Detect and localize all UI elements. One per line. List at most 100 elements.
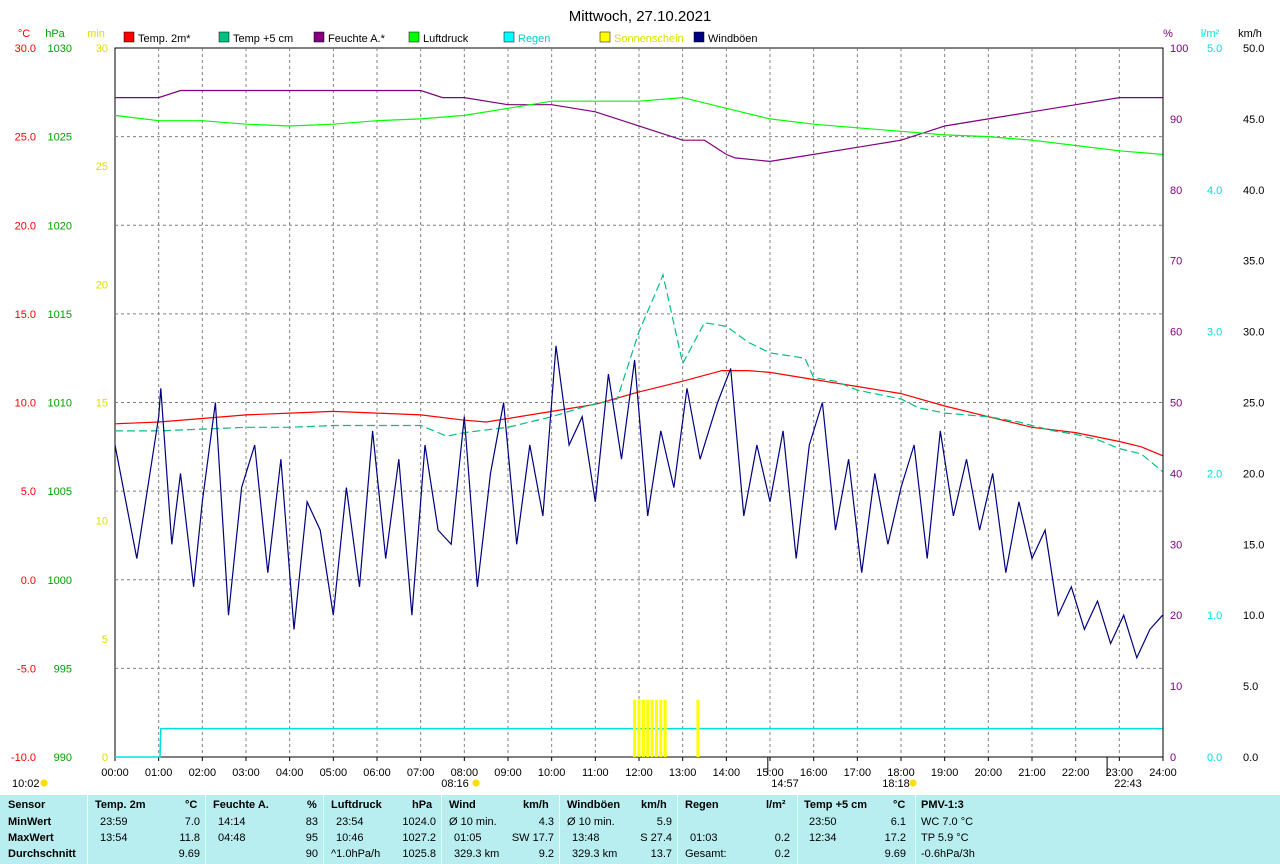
x-tick-label: 12:00 xyxy=(625,767,653,779)
humidity_pct-tick-label: 50 xyxy=(1170,398,1182,410)
x-tick-label: 00:00 xyxy=(101,767,129,779)
chart-axes: 00:00 01:00 02:00 03:00 04:00 05:00 06:00 07:00… xyxy=(11,28,1265,790)
rain_lm2-tick-label: 4.0 xyxy=(1207,185,1222,197)
humidity-avg-val: 90 xyxy=(305,848,318,860)
sunshine-unit-label: min xyxy=(87,28,105,40)
rain_lm2-tick-label: 3.0 xyxy=(1207,327,1222,339)
temp2m-header: Temp. 2m xyxy=(95,799,146,811)
pmv-max-label: TP 5.9 °C xyxy=(921,832,969,844)
humidity-min-val: 83 xyxy=(305,816,318,828)
chart-grid xyxy=(114,47,1164,758)
rain_lm2-tick-label: 0.0 xyxy=(1207,752,1222,764)
legend-swatch xyxy=(693,31,705,43)
pressure-header: Luftdruck xyxy=(331,799,382,811)
temp_c-tick-label: -10.0 xyxy=(11,752,36,764)
sunshine-tick-label: 15 xyxy=(96,398,108,410)
temp5cm-max-time: 12:34 xyxy=(809,832,837,844)
humidity_pct-unit-label: % xyxy=(1163,28,1173,40)
legend-swatch xyxy=(123,31,135,43)
rain-avg-val: 0.2 xyxy=(774,848,790,860)
pressure_hpa-tick-label: 1000 xyxy=(48,575,72,587)
wind_kmh-tick-label: 40.0 xyxy=(1243,185,1264,197)
pressure-avg-val: 1025.8 xyxy=(402,848,436,860)
humidity_pct-tick-label: 30 xyxy=(1170,539,1182,551)
pressure-min-val: 1024.0 xyxy=(402,816,436,828)
x-tick-label: 11:00 xyxy=(582,767,609,779)
humidity_pct-tick-label: 20 xyxy=(1170,610,1182,622)
label-min: MinWert xyxy=(8,816,52,828)
humidity_pct-tick-label: 100 xyxy=(1170,43,1188,55)
pressure_hpa-tick-label: 1030 xyxy=(48,43,72,55)
pressure_hpa-tick-label: 1010 xyxy=(48,398,72,410)
chart-marks xyxy=(114,89,1164,758)
x-tick-label: 24:00 xyxy=(1149,767,1177,779)
legend-swatch xyxy=(599,31,611,43)
legend-label: Sonnenschein xyxy=(614,33,684,45)
gusts-unit: km/h xyxy=(641,799,667,811)
wind_kmh-tick-label: 30.0 xyxy=(1243,327,1264,339)
sun-icon xyxy=(909,779,917,787)
pressure_hpa-tick-label: 995 xyxy=(54,663,72,675)
wind_kmh-tick-label: 20.0 xyxy=(1243,468,1264,480)
x-tick-label: 03:00 xyxy=(232,767,260,779)
temp5cm-max-val: 17.2 xyxy=(884,832,906,844)
statistics-panel: Sensor MinWert MaxWert Durchschnitt Temp… xyxy=(0,795,1280,864)
x-tick-label: 19:00 xyxy=(931,767,959,779)
rain_lm2-tick-label: 2.0 xyxy=(1207,468,1222,480)
wind_kmh-tick-label: 10.0 xyxy=(1243,610,1264,622)
temp5cm-min-val: 6.1 xyxy=(890,816,906,828)
temp5cm-header: Temp +5 cm xyxy=(804,799,868,811)
wind_kmh-tick-label: 45.0 xyxy=(1243,114,1264,126)
temp_c-tick-label: 25.0 xyxy=(15,132,36,144)
gusts-avg-label: 329.3 km xyxy=(572,848,618,860)
pmv-avg-label: -0.6hPa/3h xyxy=(921,848,975,860)
rain-max-time: 01:03 xyxy=(690,832,718,844)
legend-label: Temp. 2m* xyxy=(138,33,191,45)
gusts-min-label: Ø 10 min. xyxy=(567,816,615,828)
sun-icon xyxy=(40,779,48,787)
temp2m-max-val: 11.8 xyxy=(179,832,200,844)
temp_c-unit-label: °C xyxy=(18,28,30,40)
legend-swatch xyxy=(503,31,515,43)
wind_kmh-tick-label: 50.0 xyxy=(1243,43,1264,55)
x-tick-label: 07:00 xyxy=(407,767,435,779)
temp_c-tick-label: -5.0 xyxy=(17,663,36,675)
sun-icon xyxy=(472,779,480,787)
x-tick-label: 14:00 xyxy=(713,767,741,779)
label-sensor: Sensor xyxy=(8,799,46,811)
rain_lm2-tick-label: 1.0 xyxy=(1207,610,1222,622)
pressure_hpa-tick-label: 1025 xyxy=(48,132,72,144)
pressure_hpa-unit-label: hPa xyxy=(45,28,65,40)
sunshine-tick-label: 0 xyxy=(102,752,108,764)
temp_c-tick-label: 0.0 xyxy=(21,575,36,587)
label-avg: Durchschnitt xyxy=(8,848,76,860)
pressure_hpa-tick-label: 990 xyxy=(54,752,72,764)
pressure-max-time: 10:46 xyxy=(336,832,364,844)
x-tick-label: 06:00 xyxy=(363,767,391,779)
temp_c-tick-label: 5.0 xyxy=(21,486,36,498)
wind_kmh-unit-label: km/h xyxy=(1238,28,1262,40)
wind_kmh-tick-label: 0.0 xyxy=(1243,752,1258,764)
temp2m-min-time: 23:59 xyxy=(100,816,128,828)
humidity-min-time: 14:14 xyxy=(218,816,246,828)
sunshine-tick-label: 30 xyxy=(96,43,108,55)
x-tick-label: 09:00 xyxy=(494,767,522,779)
legend-swatch xyxy=(218,31,230,43)
gusts-min-val: 5.9 xyxy=(656,816,672,828)
temp_c-tick-label: 10.0 xyxy=(15,398,36,410)
pressure_hpa-tick-label: 1005 xyxy=(48,486,72,498)
legend-label: Feuchte A.* xyxy=(328,33,386,45)
wind-avg-label: 329.3 km xyxy=(454,848,500,860)
sunshine-tick-label: 10 xyxy=(96,516,108,528)
humidity-max-time: 04:48 xyxy=(218,832,246,844)
wind-max-val: SW 17.7 xyxy=(511,832,554,844)
temp2m-unit: °C xyxy=(185,799,198,811)
temp_c-tick-label: 15.0 xyxy=(15,309,36,321)
pressure_hpa-tick-label: 1020 xyxy=(48,220,72,232)
bottom-time-annotation: 10:02 xyxy=(12,778,40,790)
temp5cm-min-time: 23:50 xyxy=(809,816,837,828)
x-tick-label: 04:00 xyxy=(276,767,304,779)
chart-title: Mittwoch, 27.10.2021 xyxy=(569,8,712,25)
pmv-header: PMV-1:3 xyxy=(921,799,964,811)
sunshine-tick-label: 5 xyxy=(102,634,108,646)
